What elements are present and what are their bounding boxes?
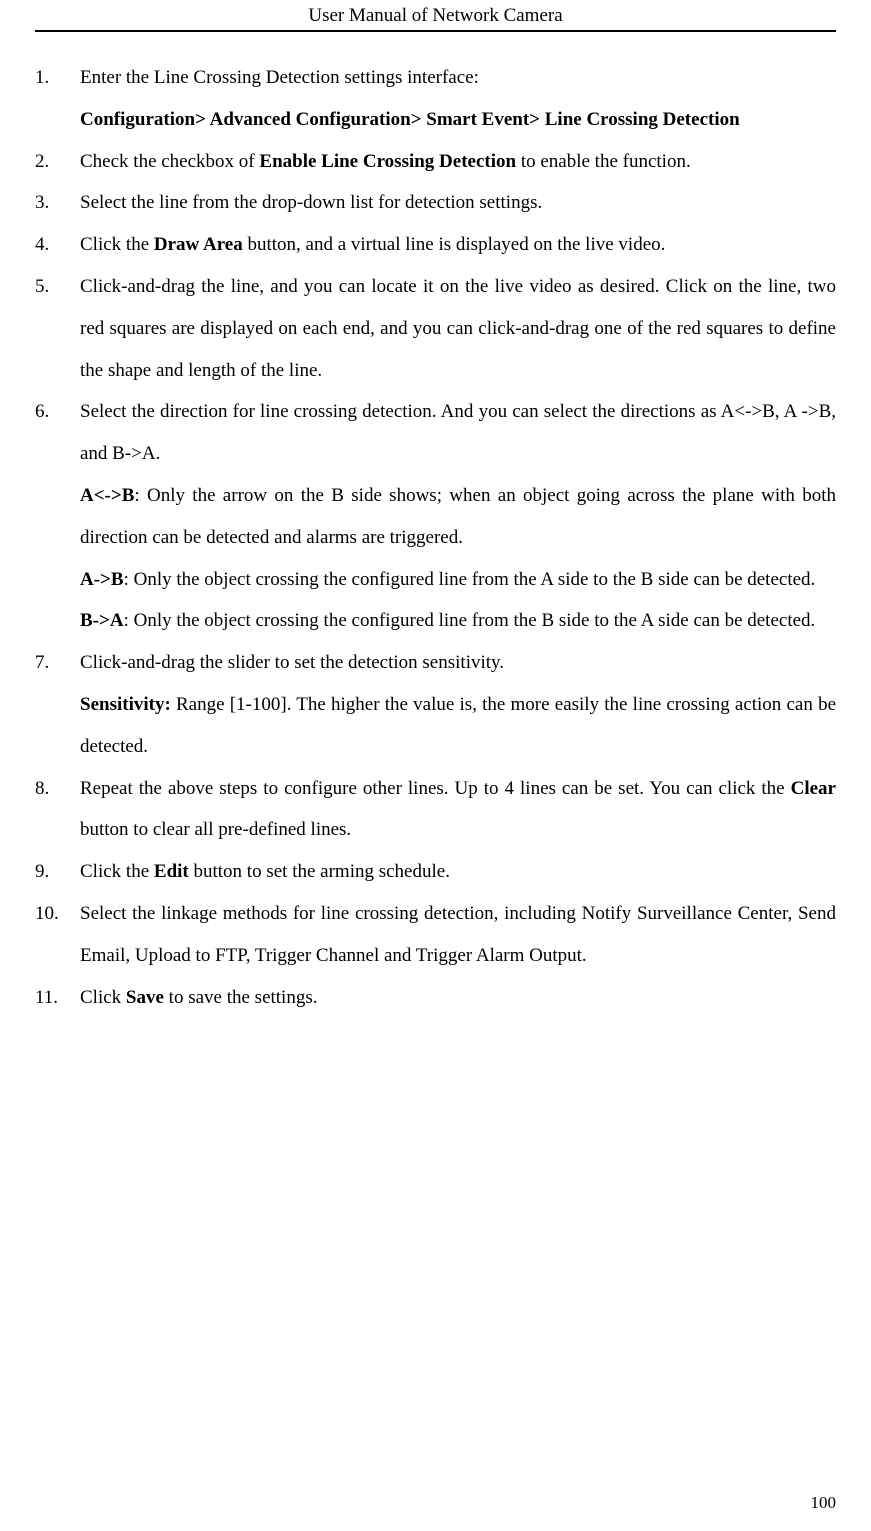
step-4: Click the Draw Area button, and a virtua…: [35, 224, 836, 266]
sensitivity-text: Sensitivity: Range [1-100]. The higher t…: [80, 684, 836, 768]
sensitivity-label: Sensitivity:: [80, 694, 171, 715]
enable-label: Enable Line Crossing Detection: [259, 151, 516, 172]
direction-ab-both: A<->B: Only the arrow on the B side show…: [80, 475, 836, 559]
step-text: Click the Edit button to set the arming …: [80, 851, 836, 893]
steps-list: Enter the Line Crossing Detection settin…: [35, 57, 836, 1018]
step-text: Click Save to save the settings.: [80, 977, 836, 1019]
step-text: Enter the Line Crossing Detection settin…: [80, 57, 836, 99]
step-7: Click-and-drag the slider to set the det…: [35, 642, 836, 767]
direction-label: A->B: [80, 569, 124, 590]
step-text: Select the linkage methods for line cros…: [80, 893, 836, 977]
page-footer: 100: [811, 1493, 837, 1513]
save-label: Save: [126, 987, 164, 1008]
header-title: User Manual of Network Camera: [308, 5, 562, 26]
direction-ab: A->B: Only the object crossing the confi…: [80, 559, 836, 601]
page-header: User Manual of Network Camera: [35, 0, 836, 32]
step-6: Select the direction for line crossing d…: [35, 391, 836, 642]
step-3: Select the line from the drop-down list …: [35, 182, 836, 224]
step-text: Click-and-drag the line, and you can loc…: [80, 266, 836, 391]
clear-label: Clear: [791, 778, 836, 799]
step-11: Click Save to save the settings.: [35, 977, 836, 1019]
page-number: 100: [811, 1493, 837, 1512]
step-9: Click the Edit button to set the arming …: [35, 851, 836, 893]
step-1: Enter the Line Crossing Detection settin…: [35, 57, 836, 141]
step-text: Select the direction for line crossing d…: [80, 391, 836, 475]
step-10: Select the linkage methods for line cros…: [35, 893, 836, 977]
step-text: Check the checkbox of Enable Line Crossi…: [80, 141, 836, 183]
step-2: Check the checkbox of Enable Line Crossi…: [35, 141, 836, 183]
direction-ba: B->A: Only the object crossing the confi…: [80, 600, 836, 642]
draw-area-label: Draw Area: [154, 234, 243, 255]
step-text: Click-and-drag the slider to set the det…: [80, 642, 836, 684]
step-text: Select the line from the drop-down list …: [80, 182, 836, 224]
step-8: Repeat the above steps to configure othe…: [35, 768, 836, 852]
step-text: Click the Draw Area button, and a virtua…: [80, 224, 836, 266]
config-path: Configuration> Advanced Configuration> S…: [80, 99, 836, 141]
direction-label: A<->B: [80, 485, 134, 506]
step-5: Click-and-drag the line, and you can loc…: [35, 266, 836, 391]
step-text: Repeat the above steps to configure othe…: [80, 768, 836, 852]
document-page: User Manual of Network Camera Enter the …: [0, 0, 871, 1018]
edit-label: Edit: [154, 861, 189, 882]
direction-label: B->A: [80, 610, 124, 631]
